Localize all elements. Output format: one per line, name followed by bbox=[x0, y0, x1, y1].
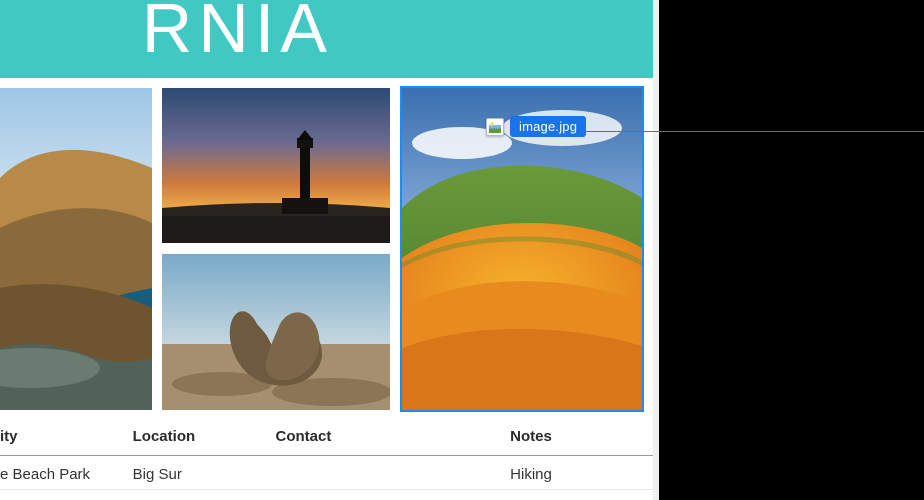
header-banner: RNIA bbox=[0, 0, 653, 78]
data-table: ity Location Contact Notes e Beach Park … bbox=[0, 418, 653, 490]
screenshot-stage: RNIA bbox=[0, 0, 924, 500]
drag-file-badge[interactable]: image.jpg bbox=[486, 116, 586, 137]
photo-gallery bbox=[0, 88, 653, 418]
drag-file-label: image.jpg bbox=[510, 116, 586, 137]
cell-contact[interactable] bbox=[275, 456, 510, 490]
photo-lighthouse-sunset[interactable] bbox=[162, 88, 390, 243]
image-icon bbox=[0, 88, 152, 410]
photo-sea-lions[interactable] bbox=[162, 254, 390, 410]
col-header-location[interactable]: Location bbox=[133, 418, 276, 456]
col-header-contact[interactable]: Contact bbox=[275, 418, 510, 456]
document-canvas[interactable]: RNIA bbox=[0, 0, 653, 500]
image-file-icon bbox=[486, 118, 504, 136]
image-icon bbox=[162, 88, 390, 243]
image-icon bbox=[162, 254, 390, 410]
cell-notes[interactable]: Hiking bbox=[510, 456, 653, 490]
vertical-scrollbar-gutter[interactable] bbox=[653, 0, 659, 500]
col-header-notes[interactable]: Notes bbox=[510, 418, 653, 456]
col-header-activity[interactable]: ity bbox=[0, 418, 133, 456]
cell-activity[interactable]: e Beach Park bbox=[0, 456, 133, 490]
page-title: RNIA bbox=[142, 0, 333, 68]
table-row[interactable]: e Beach Park Big Sur Hiking bbox=[0, 456, 653, 490]
photo-coastal-cliffs[interactable] bbox=[0, 88, 152, 410]
cell-location[interactable]: Big Sur bbox=[133, 456, 276, 490]
annotation-callout-line bbox=[583, 131, 924, 132]
table-header-row: ity Location Contact Notes bbox=[0, 418, 653, 456]
